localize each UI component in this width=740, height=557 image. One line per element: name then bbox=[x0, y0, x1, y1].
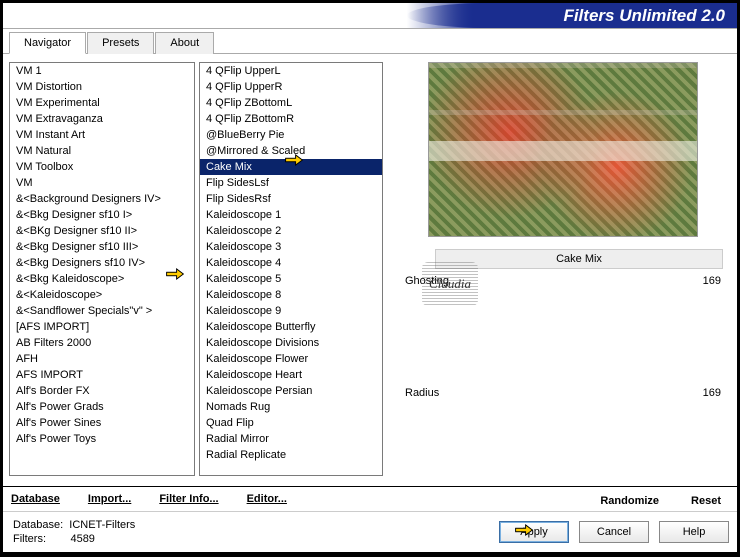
category-list[interactable]: VM 1VM DistortionVM ExperimentalVM Extra… bbox=[9, 62, 195, 476]
list-item[interactable]: Kaleidoscope Heart bbox=[200, 367, 382, 383]
slider-row[interactable]: Radius 169 bbox=[397, 383, 729, 415]
list-item[interactable]: &<Background Designers IV> bbox=[10, 191, 194, 207]
list-item[interactable]: Alf's Power Grads bbox=[10, 399, 194, 415]
db-value: ICNET-Filters bbox=[69, 519, 135, 531]
list-item[interactable]: VM 1 bbox=[10, 63, 194, 79]
list-item[interactable]: VM Extravaganza bbox=[10, 111, 194, 127]
list-item[interactable]: Kaleidoscope 5 bbox=[200, 271, 382, 287]
link-button-row: Database Import... Filter Info... Editor… bbox=[3, 487, 401, 511]
slider-value: 169 bbox=[703, 275, 721, 287]
list-item[interactable]: @Mirrored & Scaled bbox=[200, 143, 382, 159]
slider-label: Radius bbox=[405, 387, 439, 399]
main-window: Filters Unlimited 2.0 Navigator Presets … bbox=[2, 2, 738, 553]
list-item[interactable]: &<Sandflower Specials"v" > bbox=[10, 303, 194, 319]
list-item[interactable]: Alf's Power Sines bbox=[10, 415, 194, 431]
filters-count-label: Filters: bbox=[13, 533, 46, 545]
list-item[interactable]: VM Instant Art bbox=[10, 127, 194, 143]
list-item[interactable]: Radial Mirror bbox=[200, 431, 382, 447]
list-item[interactable]: [AFS IMPORT] bbox=[10, 319, 194, 335]
list-item[interactable]: Kaleidoscope Flower bbox=[200, 351, 382, 367]
list-item[interactable]: 4 QFlip ZBottomR bbox=[200, 111, 382, 127]
tab-about[interactable]: About bbox=[155, 32, 214, 54]
randomize-button[interactable]: Randomize bbox=[598, 493, 661, 509]
cancel-button[interactable]: Cancel bbox=[579, 521, 649, 543]
filter-list[interactable]: 4 QFlip UpperL4 QFlip UpperR4 QFlip ZBot… bbox=[199, 62, 383, 476]
list-item[interactable]: Kaleidoscope Persian bbox=[200, 383, 382, 399]
preview-image bbox=[428, 62, 698, 237]
watermark-stamp: Claudia bbox=[422, 262, 478, 306]
slider-value: 169 bbox=[703, 387, 721, 399]
list-item[interactable]: VM Distortion bbox=[10, 79, 194, 95]
list-item[interactable]: Kaleidoscope 4 bbox=[200, 255, 382, 271]
list-item[interactable]: Kaleidoscope 3 bbox=[200, 239, 382, 255]
list-item[interactable]: Alf's Border FX bbox=[10, 383, 194, 399]
list-item[interactable]: VM Toolbox bbox=[10, 159, 194, 175]
list-item[interactable]: @BlueBerry Pie bbox=[200, 127, 382, 143]
list-item[interactable]: &<Bkg Designer sf10 I> bbox=[10, 207, 194, 223]
list-item[interactable]: Kaleidoscope 2 bbox=[200, 223, 382, 239]
list-item[interactable]: Flip SidesLsf bbox=[200, 175, 382, 191]
current-filter-label: Cake Mix bbox=[435, 249, 723, 269]
list-item[interactable]: Cake Mix bbox=[200, 159, 382, 175]
list-item[interactable]: VM bbox=[10, 175, 194, 191]
info-block: Database: ICNET-Filters Filters: 4589 bbox=[11, 518, 489, 546]
list-item[interactable]: Flip SidesRsf bbox=[200, 191, 382, 207]
list-item[interactable]: AFS IMPORT bbox=[10, 367, 194, 383]
help-button[interactable]: Help bbox=[659, 521, 729, 543]
footer-row: Database: ICNET-Filters Filters: 4589 Ap… bbox=[3, 511, 737, 552]
list-item[interactable]: 4 QFlip UpperR bbox=[200, 79, 382, 95]
list-item[interactable]: Quad Flip bbox=[200, 415, 382, 431]
list-item[interactable]: 4 QFlip UpperL bbox=[200, 63, 382, 79]
tab-strip: Navigator Presets About bbox=[3, 29, 737, 54]
list-item[interactable]: Kaleidoscope Butterfly bbox=[200, 319, 382, 335]
list-item[interactable]: &<Bkg Designers sf10 IV> bbox=[10, 255, 194, 271]
list-item[interactable]: Kaleidoscope 8 bbox=[200, 287, 382, 303]
list-item[interactable]: &<Kaleidoscope> bbox=[10, 287, 194, 303]
filter-info-button[interactable]: Filter Info... bbox=[157, 491, 220, 507]
reset-button[interactable]: Reset bbox=[689, 493, 723, 509]
list-item[interactable]: &<BKg Designer sf10 II> bbox=[10, 223, 194, 239]
import-button[interactable]: Import... bbox=[86, 491, 133, 507]
apply-button[interactable]: Apply bbox=[499, 521, 569, 543]
list-item[interactable]: Kaleidoscope 1 bbox=[200, 207, 382, 223]
database-button[interactable]: Database bbox=[9, 491, 62, 507]
tab-presets[interactable]: Presets bbox=[87, 32, 154, 54]
list-item[interactable]: VM Experimental bbox=[10, 95, 194, 111]
list-item[interactable]: Nomads Rug bbox=[200, 399, 382, 415]
right-link-row: Randomize Reset bbox=[401, 487, 737, 511]
list-item[interactable]: AB Filters 2000 bbox=[10, 335, 194, 351]
app-title: Filters Unlimited 2.0 bbox=[563, 6, 725, 26]
content-area: VM 1VM DistortionVM ExperimentalVM Extra… bbox=[3, 54, 737, 486]
filters-count-value: 4589 bbox=[70, 533, 94, 545]
list-item[interactable]: 4 QFlip ZBottomL bbox=[200, 95, 382, 111]
editor-button[interactable]: Editor... bbox=[245, 491, 289, 507]
tab-navigator[interactable]: Navigator bbox=[9, 32, 86, 54]
list-item[interactable]: Alf's Power Toys bbox=[10, 431, 194, 447]
list-item[interactable]: Kaleidoscope Divisions bbox=[200, 335, 382, 351]
list-item[interactable]: Radial Replicate bbox=[200, 447, 382, 463]
list-item[interactable]: &<Bkg Kaleidoscope> bbox=[10, 271, 194, 287]
list-item[interactable]: AFH bbox=[10, 351, 194, 367]
db-label: Database: bbox=[13, 519, 63, 531]
list-item[interactable]: Kaleidoscope 9 bbox=[200, 303, 382, 319]
title-bar: Filters Unlimited 2.0 bbox=[3, 3, 737, 29]
list-item[interactable]: VM Natural bbox=[10, 143, 194, 159]
list-item[interactable]: &<Bkg Designer sf10 III> bbox=[10, 239, 194, 255]
